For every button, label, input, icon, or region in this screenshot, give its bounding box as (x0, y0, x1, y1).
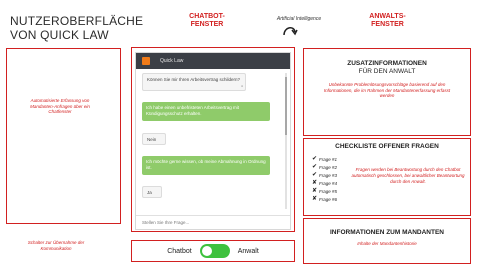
checklist-item: ✘ Frage #5 (312, 188, 338, 194)
panel-heading: Checkliste offener Fragen (335, 143, 439, 150)
chat-title: Quick Law (160, 58, 184, 64)
annotation-intake: Automatisierte Erfassung von Mandanten-A… (30, 98, 90, 115)
page-title: Nutzeroberfläche von Quick Law (10, 14, 144, 42)
ai-label: Artificial Intelligence (276, 16, 322, 22)
curved-arrow-icon (283, 27, 298, 36)
cross-icon: ✘ (312, 196, 318, 202)
chatbot-window-label: Chatbot-Fenster (189, 13, 225, 28)
checklist-item: ✔ Frage #1 (312, 156, 338, 162)
chat-input[interactable]: Stellen Sie Ihre Frage... (136, 215, 290, 229)
chat-header: Quick Law (136, 53, 290, 69)
message-status-icon: ● (241, 83, 243, 88)
chat-message: Können Sie mir Ihren Arbeitsvertrag schi… (142, 73, 246, 91)
cross-icon: ✘ (312, 188, 318, 194)
panel-additional-info: Zusatzinformationen für den Anwalt Unbek… (303, 48, 471, 136)
toggle-knob[interactable] (201, 246, 212, 256)
panel-open-questions: Checkliste offener Fragen ✔ Frage #1 ✔ Fra… (303, 138, 471, 216)
panel-note: Inhalte der Mandantenhistorie (357, 241, 417, 246)
chat-scrollbar[interactable] (285, 73, 287, 209)
chat-message: Ich habe einen unbefristeten Arbeitsvert… (142, 102, 270, 121)
panel-subheading: für den Anwalt (358, 68, 416, 75)
panel-note: Fragen werden bei Beantwortung durch den… (351, 167, 465, 184)
annotation-switch: Schalter zur Übernahme der Kommunikation (27, 240, 85, 251)
checklist-item: ✘ Frage #4 (312, 180, 338, 186)
question-checklist: ✔ Frage #1 ✔ Frage #2 ✔ Frage #3 ✘ Frage #4 … (312, 155, 346, 203)
bot-icon (142, 57, 150, 65)
check-icon: ✔ (312, 164, 318, 170)
checklist-item: ✔ Frage #2 (312, 164, 338, 170)
scrollbar-thumb[interactable] (285, 77, 287, 135)
checklist-item: ✘ Frage #6 (312, 196, 338, 202)
check-icon: ✔ (312, 156, 318, 162)
panel-note: Unbekannte Problemlösungsvorschläge basi… (323, 82, 451, 98)
lawyer-window-label: Anwalts-Fenster (369, 13, 406, 28)
chat-message: Ja (142, 186, 162, 198)
chat-message: Nein (142, 133, 166, 145)
cross-icon: ✘ (312, 180, 318, 186)
toggle-label-anwalt: Anwalt (237, 247, 259, 255)
panel-heading: Zusatzinformationen (347, 60, 427, 67)
annotation-frame-left (6, 48, 121, 224)
panel-heading: Informationen zum Mandanten (330, 229, 444, 236)
panel-client-info: Informationen zum Mandanten Inhalte der … (303, 218, 471, 264)
chat-message: Ich möchte gerne wissen, ob meine Abmahn… (142, 156, 270, 175)
toggle-switch[interactable] (199, 244, 230, 258)
check-icon: ✔ (312, 172, 318, 178)
chatbot-lawyer-toggle: Chatbot Anwalt (131, 240, 295, 262)
toggle-label-chatbot: Chatbot (167, 247, 192, 255)
checklist-item: ✔ Frage #3 (312, 172, 338, 178)
chat-window: Quick Law Können Sie mir Ihren Arbeitsve… (135, 52, 291, 230)
